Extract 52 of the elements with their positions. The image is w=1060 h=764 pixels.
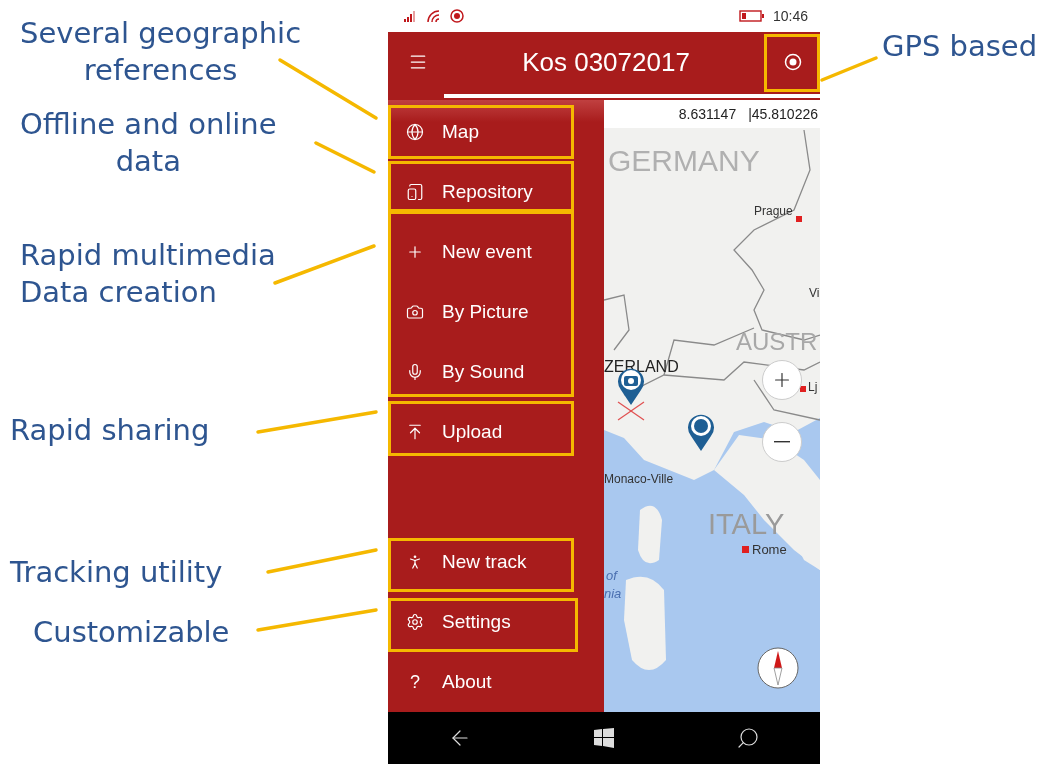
target-icon [784, 53, 802, 71]
menu-item[interactable]: Map [388, 102, 604, 162]
question-mark-icon: ? [406, 671, 424, 693]
callout-text: Rapid sharing [10, 412, 210, 449]
globe-icon [406, 123, 424, 141]
callout-text: Offline and online data [20, 106, 277, 180]
menu-item[interactable]: New track [388, 532, 604, 592]
camera-icon [406, 303, 424, 321]
clock-time: 10:46 [772, 8, 808, 24]
island-shape [638, 505, 662, 564]
leader-line [314, 141, 376, 174]
menu-item[interactable]: New event [388, 222, 604, 282]
location-pin-icon[interactable] [686, 412, 716, 452]
map-label: GERMANY [608, 144, 760, 178]
map-label: Prague [754, 204, 793, 218]
menu-item[interactable]: Upload [388, 402, 604, 462]
plus-icon [406, 243, 424, 261]
highlight-frame [764, 34, 820, 92]
wifi-icon [426, 9, 442, 23]
leader-line [820, 56, 878, 82]
latitude-text: |45.810226 [748, 106, 818, 122]
menu-item[interactable]: ? About [388, 652, 604, 712]
windows-logo [593, 727, 615, 749]
callout-text: Several geographic references [20, 15, 302, 89]
longitude-text: 8.631147 [678, 106, 737, 122]
map-label: Rome [752, 542, 787, 557]
menu-item[interactable]: Settings [388, 592, 604, 652]
map-label: nia [604, 586, 622, 601]
settings-icon [406, 613, 424, 631]
menu-item[interactable]: By Picture [388, 282, 604, 342]
menu-item[interactable]: Repository [388, 162, 604, 222]
microphone-icon [406, 363, 424, 381]
record-icon [450, 9, 464, 23]
cross-mark-icon [616, 400, 646, 422]
callout-text: Tracking utility [10, 554, 223, 591]
map-label: of [606, 568, 617, 583]
upload-icon [406, 423, 424, 441]
map-label: Vi [809, 286, 820, 300]
map-label: AUSTR [736, 328, 818, 356]
map-label: ZERLAND [604, 358, 679, 376]
callout-text: Rapid multimedia Data creation [20, 237, 276, 311]
app-title: Kos 03072017 [521, 46, 691, 78]
menu-item[interactable]: By Sound [388, 342, 604, 402]
battery-icon [738, 10, 765, 22]
map-label: Lj [808, 380, 818, 394]
signal-icon [404, 10, 418, 22]
minus-icon [774, 441, 790, 443]
callout-text: GPS based [882, 28, 1038, 65]
callout-text: Customizable [33, 614, 230, 651]
compass-icon[interactable] [757, 647, 799, 689]
device-icon [406, 183, 424, 201]
map-label: Monaco-Ville [604, 472, 674, 486]
